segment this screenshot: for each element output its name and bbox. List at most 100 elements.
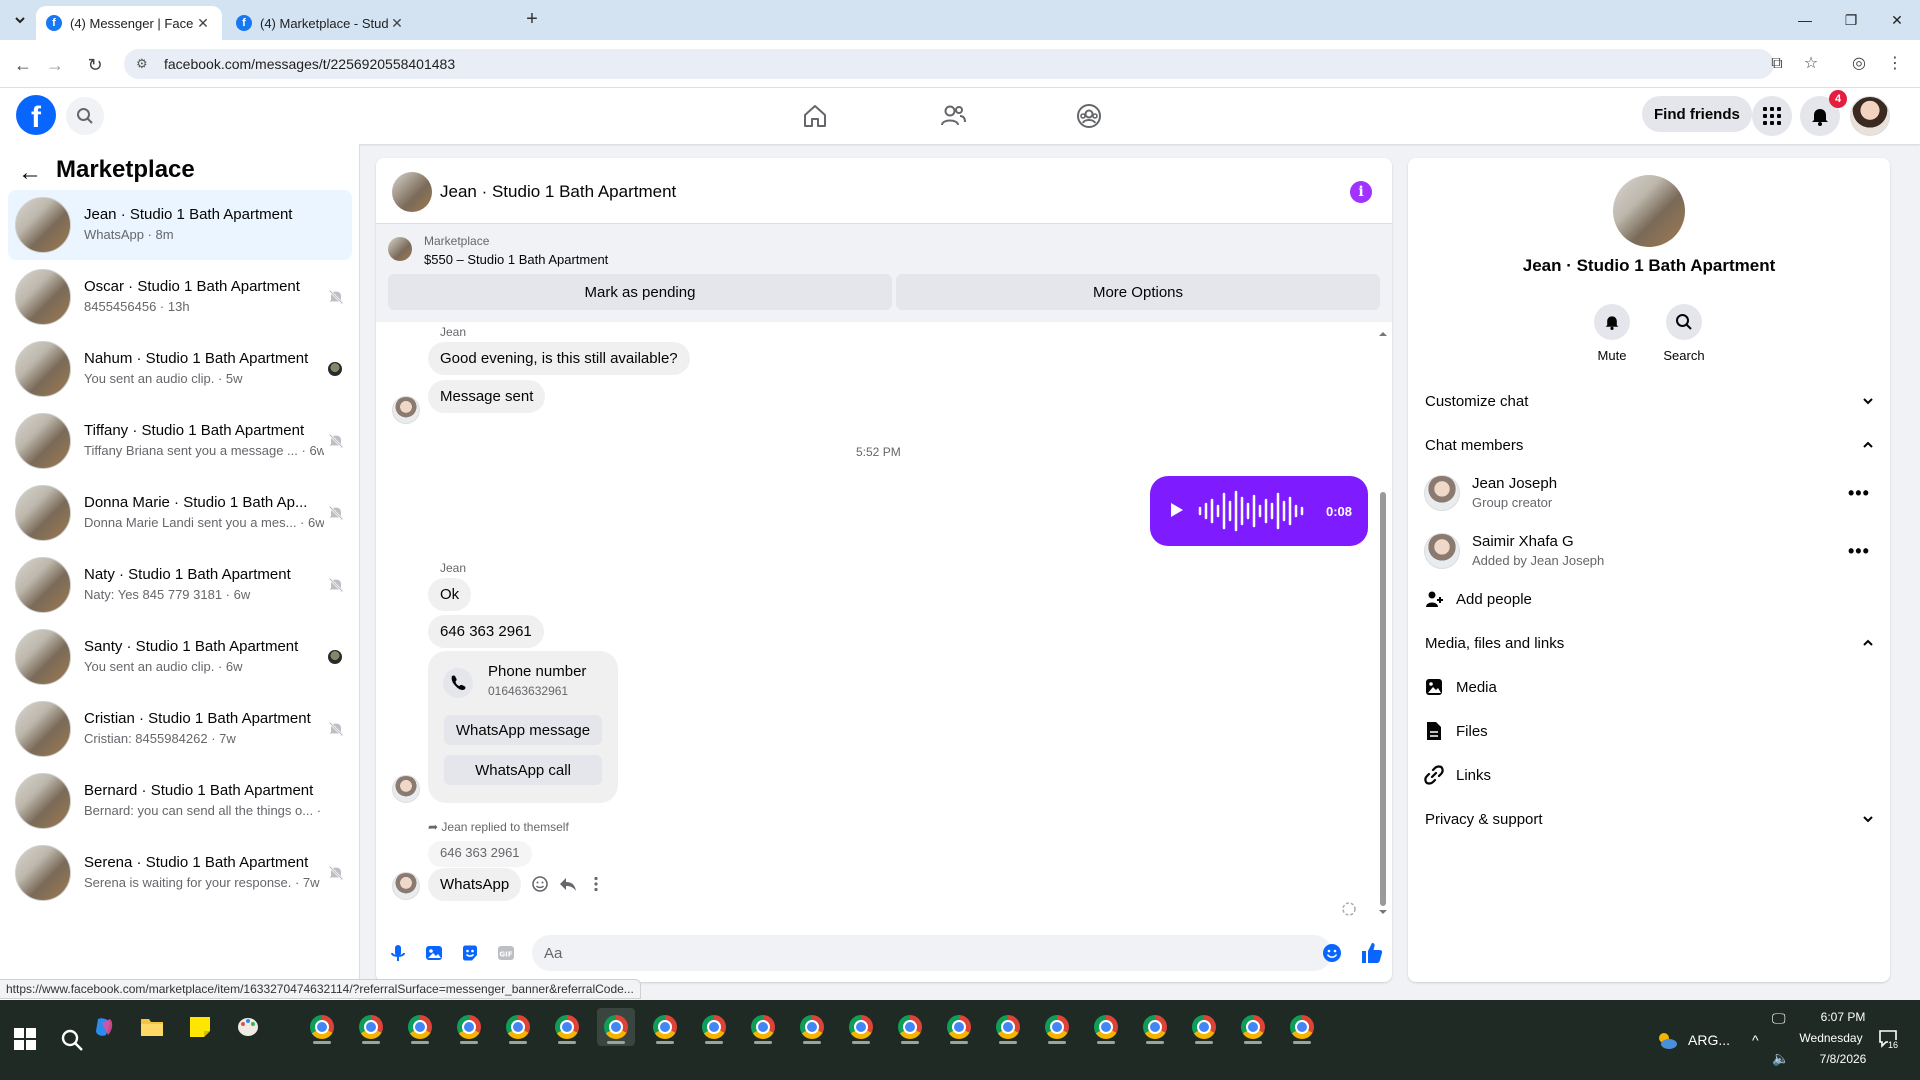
back-button[interactable]: ← — [10, 52, 36, 78]
tab-marketplace[interactable]: f (4) Marketplace - Studio 1 Bath ✕ — [226, 6, 416, 40]
clock-day[interactable]: Wednesday — [1796, 1031, 1866, 1045]
minimize-button[interactable]: — — [1790, 8, 1820, 32]
files-item[interactable]: Files — [1424, 719, 1488, 743]
more-vertical-icon[interactable] — [587, 875, 605, 893]
thumbs-up-icon[interactable] — [1360, 941, 1384, 965]
conversation-item[interactable]: Bernard · Studio 1 Bath Apartment Bernard… — [8, 766, 352, 836]
network-icon[interactable]: 🖵 — [1772, 1010, 1786, 1027]
message-input[interactable] — [532, 935, 1332, 971]
conversation-item[interactable]: Nahum · Studio 1 Bath Apartment You sent … — [8, 334, 352, 404]
chrome-taskbar-icon[interactable] — [695, 1008, 733, 1046]
chrome-taskbar-icon[interactable] — [597, 1008, 635, 1046]
chrome-taskbar-icon[interactable] — [1283, 1008, 1321, 1046]
chrome-taskbar-icon[interactable] — [646, 1008, 684, 1046]
weather-icon[interactable] — [1656, 1030, 1678, 1052]
message-bubble[interactable]: WhatsApp — [428, 868, 522, 901]
member-row[interactable]: Saimir Xhafa G Added by Jean Joseph ••• — [1424, 529, 1874, 573]
media-files-links-section[interactable]: Media, files and links — [1425, 631, 1875, 655]
member-row[interactable]: Jean Joseph Group creator ••• — [1424, 471, 1874, 515]
groups-nav-button[interactable] — [1069, 98, 1109, 134]
find-friends-button[interactable]: Find friends — [1642, 96, 1752, 132]
chrome-taskbar-icon[interactable] — [450, 1008, 488, 1046]
window-close-button[interactable]: ✕ — [1882, 8, 1912, 32]
profile-icon[interactable]: ◎ — [1846, 52, 1872, 76]
message-bubble[interactable]: Good evening, is this still available? — [428, 342, 690, 375]
member-name[interactable]: Jean Joseph — [1472, 475, 1557, 492]
new-tab-button[interactable]: + — [520, 8, 544, 32]
chrome-taskbar-icon[interactable] — [401, 1008, 439, 1046]
search-action[interactable]: Search — [1654, 304, 1714, 363]
paint-icon[interactable] — [229, 1008, 267, 1046]
bookmark-star-icon[interactable]: ☆ — [1798, 52, 1824, 76]
conversation-item[interactable]: Oscar · Studio 1 Bath Apartment 845545645… — [8, 262, 352, 332]
menu-button[interactable] — [1752, 96, 1792, 136]
browser-menu-icon[interactable]: ⋮ — [1882, 52, 1908, 76]
chrome-taskbar-icon[interactable] — [842, 1008, 880, 1046]
scroll-thumb[interactable] — [1380, 492, 1386, 906]
facebook-search-button[interactable] — [66, 97, 104, 135]
file-explorer-icon[interactable] — [133, 1008, 171, 1046]
conversation-item[interactable]: Cristian · Studio 1 Bath Apartment Cristi… — [8, 694, 352, 764]
scroll-down-icon[interactable] — [1378, 907, 1388, 917]
conversation-item[interactable]: Serena · Studio 1 Bath Apartment Serena i… — [8, 838, 352, 908]
chrome-taskbar-icon[interactable] — [793, 1008, 831, 1046]
url-bar[interactable]: ⚙ facebook.com/messages/t/22569205584014… — [124, 49, 1774, 79]
taskbar-search-icon[interactable] — [60, 1028, 84, 1052]
conversation-item[interactable]: Santy · Studio 1 Bath Apartment You sent … — [8, 622, 352, 692]
chat-members-section[interactable]: Chat members — [1425, 433, 1875, 457]
message-bubble[interactable]: Message sent — [428, 380, 546, 413]
mute-button[interactable] — [1594, 304, 1630, 340]
conversation-item[interactable]: Tiffany · Studio 1 Bath Apartment Tiffany… — [8, 406, 352, 476]
friends-nav-button[interactable] — [933, 98, 973, 134]
play-icon[interactable] — [1166, 500, 1186, 520]
site-settings-icon[interactable]: ⚙ — [136, 56, 154, 72]
chrome-taskbar-icon[interactable] — [940, 1008, 978, 1046]
chrome-taskbar-icon[interactable] — [303, 1008, 341, 1046]
sender-avatar[interactable] — [392, 775, 420, 803]
chrome-taskbar-icon[interactable] — [499, 1008, 537, 1046]
tab-search-button[interactable] — [8, 9, 32, 31]
notification-center-button[interactable]: 16 — [1878, 1028, 1904, 1054]
reply-icon[interactable] — [559, 875, 577, 893]
chrome-taskbar-icon[interactable] — [1038, 1008, 1076, 1046]
more-horizontal-icon[interactable]: ••• — [1848, 541, 1870, 562]
react-emoji-icon[interactable] — [531, 875, 549, 893]
chrome-taskbar-icon[interactable] — [891, 1008, 929, 1046]
tab-messenger[interactable]: f (4) Messenger | Facebook ✕ — [36, 6, 222, 40]
forward-button[interactable]: → — [42, 52, 68, 78]
chrome-taskbar-icon[interactable] — [352, 1008, 390, 1046]
chrome-taskbar-icon[interactable] — [1136, 1008, 1174, 1046]
gif-icon[interactable]: GIF — [496, 943, 516, 963]
windows-start-icon[interactable] — [14, 1028, 36, 1050]
add-people-button[interactable]: Add people — [1424, 587, 1532, 611]
chat-info-avatar[interactable] — [1613, 175, 1685, 247]
more-horizontal-icon[interactable]: ••• — [1848, 483, 1870, 504]
info-icon[interactable]: i — [1350, 181, 1372, 203]
mark-as-pending-button[interactable]: Mark as pending — [388, 274, 892, 310]
sender-avatar[interactable] — [392, 872, 420, 900]
whatsapp-message-button[interactable]: WhatsApp message — [444, 715, 602, 745]
microphone-icon[interactable] — [388, 943, 408, 963]
chat-title[interactable]: Jean · Studio 1 Bath Apartment — [440, 182, 676, 202]
chrome-taskbar-icon[interactable] — [1234, 1008, 1272, 1046]
member-name[interactable]: Saimir Xhafa G — [1472, 533, 1574, 550]
message-bubble[interactable]: 646 363 2961 — [428, 615, 544, 648]
listing-title[interactable]: $550 – Studio 1 Bath Apartment — [424, 252, 608, 267]
more-options-button[interactable]: More Options — [896, 274, 1380, 310]
sticky-notes-icon[interactable] — [181, 1008, 219, 1046]
facebook-logo-icon[interactable]: f — [16, 95, 56, 135]
close-icon[interactable]: ✕ — [388, 15, 406, 32]
close-icon[interactable]: ✕ — [194, 15, 212, 32]
chrome-taskbar-icon[interactable] — [548, 1008, 586, 1046]
volume-icon[interactable]: 🔈 — [1772, 1050, 1789, 1067]
chrome-taskbar-icon[interactable] — [989, 1008, 1027, 1046]
copilot-icon[interactable] — [85, 1008, 123, 1046]
member-avatar[interactable] — [1424, 533, 1460, 569]
home-nav-button[interactable] — [795, 98, 835, 134]
emoji-icon[interactable] — [1322, 943, 1342, 963]
whatsapp-call-button[interactable]: WhatsApp call — [444, 755, 602, 785]
conversation-item[interactable]: Naty · Studio 1 Bath Apartment Naty: Yes … — [8, 550, 352, 620]
conversation-item[interactable]: Jean · Studio 1 Bath Apartment WhatsApp ·… — [8, 190, 352, 260]
message-bubble[interactable]: Ok — [428, 578, 472, 611]
back-arrow-icon[interactable]: ← — [18, 160, 46, 188]
